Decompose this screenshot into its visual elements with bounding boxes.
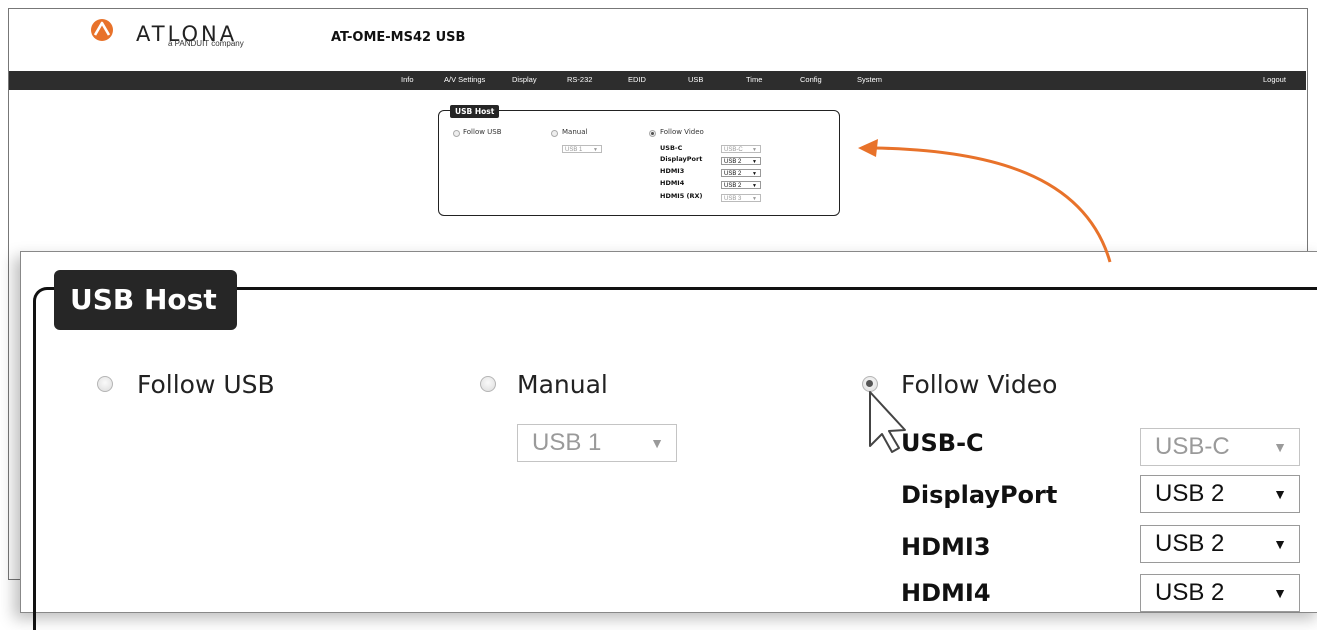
nav-display[interactable]: Display xyxy=(512,75,537,84)
follow-usb-radio[interactable] xyxy=(453,130,460,137)
port-value-hdmi5: USB 3 xyxy=(724,196,742,202)
port-label-displayport: DisplayPort xyxy=(660,155,703,163)
port-label-usbc: USB-C xyxy=(660,144,683,152)
port-select-hdmi5[interactable]: USB 3 ▼ xyxy=(721,194,761,202)
nav-av-settings[interactable]: A/V Settings xyxy=(444,75,485,84)
nav-rs232[interactable]: RS-232 xyxy=(567,75,592,84)
usb-host-panel xyxy=(438,110,840,216)
zoom-port-value-hdmi4: USB 2 xyxy=(1155,579,1225,606)
manual-label: Manual xyxy=(562,128,588,136)
nav-system[interactable]: System xyxy=(857,75,882,84)
zoom-port-select-hdmi3[interactable]: USB 2 ▼ xyxy=(1140,525,1300,563)
caret-down-icon: ▼ xyxy=(752,147,757,153)
zoom-port-value-hdmi3: USB 2 xyxy=(1155,530,1225,557)
caret-down-icon: ▼ xyxy=(752,159,757,165)
port-value-displayport: USB 2 xyxy=(724,159,742,165)
usb-host-legend: USB Host xyxy=(450,105,500,118)
manual-radio[interactable] xyxy=(551,130,558,137)
port-value-hdmi4: USB 2 xyxy=(724,183,742,189)
nav-config[interactable]: Config xyxy=(800,75,822,84)
port-value-hdmi3: USB 2 xyxy=(724,171,742,177)
port-select-hdmi3[interactable]: USB 2 ▼ xyxy=(721,169,761,177)
zoom-manual-usb-select[interactable]: USB 1 ▼ xyxy=(517,424,677,462)
caret-down-icon: ▼ xyxy=(593,147,598,153)
port-select-hdmi4[interactable]: USB 2 ▼ xyxy=(721,181,761,189)
zoom-port-select-displayport[interactable]: USB 2 ▼ xyxy=(1140,475,1300,513)
zoom-port-value-displayport: USB 2 xyxy=(1155,480,1225,507)
port-select-displayport[interactable]: USB 2 ▼ xyxy=(721,157,761,165)
port-label-hdmi4: HDMI4 xyxy=(660,179,685,187)
page-title: AT-OME-MS42 USB xyxy=(331,30,466,45)
nav-usb[interactable]: USB xyxy=(688,75,703,84)
port-label-hdmi5: HDMI5 (RX) xyxy=(660,192,703,200)
port-select-usbc[interactable]: USB-C ▼ xyxy=(721,145,761,153)
zoom-port-label-hdmi3: HDMI3 xyxy=(901,533,991,561)
zoom-usb-host-legend: USB Host xyxy=(54,270,237,330)
zoom-port-select-hdmi4[interactable]: USB 2 ▼ xyxy=(1140,574,1300,612)
manual-usb-value: USB 1 xyxy=(565,147,583,153)
nav-time[interactable]: Time xyxy=(746,75,762,84)
caret-down-icon: ▼ xyxy=(752,183,757,189)
zoom-port-select-usbc[interactable]: USB-C ▼ xyxy=(1140,428,1300,466)
caret-down-icon: ▼ xyxy=(752,171,757,177)
logout-link[interactable]: Logout xyxy=(1263,75,1286,84)
caret-down-icon: ▼ xyxy=(650,435,664,451)
top-nav-bar: Info A/V Settings Display RS-232 EDID US… xyxy=(9,71,1306,90)
manual-usb-select[interactable]: USB 1 ▼ xyxy=(562,145,602,153)
atlona-logo-icon xyxy=(91,19,113,41)
mouse-pointer-icon xyxy=(869,391,906,453)
zoom-manual-usb-value: USB 1 xyxy=(532,429,602,456)
caret-down-icon: ▼ xyxy=(1273,585,1287,601)
zoom-port-value-usbc: USB-C xyxy=(1155,433,1230,460)
caret-down-icon: ▼ xyxy=(752,196,757,202)
caret-down-icon: ▼ xyxy=(1273,536,1287,552)
zoom-manual-label: Manual xyxy=(517,370,608,399)
nav-edid[interactable]: EDID xyxy=(628,75,646,84)
nav-info[interactable]: Info xyxy=(401,75,414,84)
caret-down-icon: ▼ xyxy=(1273,439,1287,455)
zoom-port-label-hdmi4: HDMI4 xyxy=(901,579,991,607)
port-label-hdmi3: HDMI3 xyxy=(660,167,685,175)
zoom-follow-video-label: Follow Video xyxy=(901,370,1058,399)
zoom-follow-usb-label: Follow USB xyxy=(137,370,275,399)
port-value-usbc: USB-C xyxy=(724,147,743,153)
zoom-port-label-usbc: USB-C xyxy=(901,429,984,457)
zoom-follow-usb-radio[interactable] xyxy=(97,376,113,392)
zoom-manual-radio[interactable] xyxy=(480,376,496,392)
follow-usb-label: Follow USB xyxy=(463,128,502,136)
caret-down-icon: ▼ xyxy=(1273,486,1287,502)
follow-video-label: Follow Video xyxy=(660,128,704,136)
brand-subtitle: a PANDUIT company xyxy=(168,39,244,48)
zoom-port-label-displayport: DisplayPort xyxy=(901,481,1058,509)
follow-video-radio[interactable] xyxy=(649,130,656,137)
